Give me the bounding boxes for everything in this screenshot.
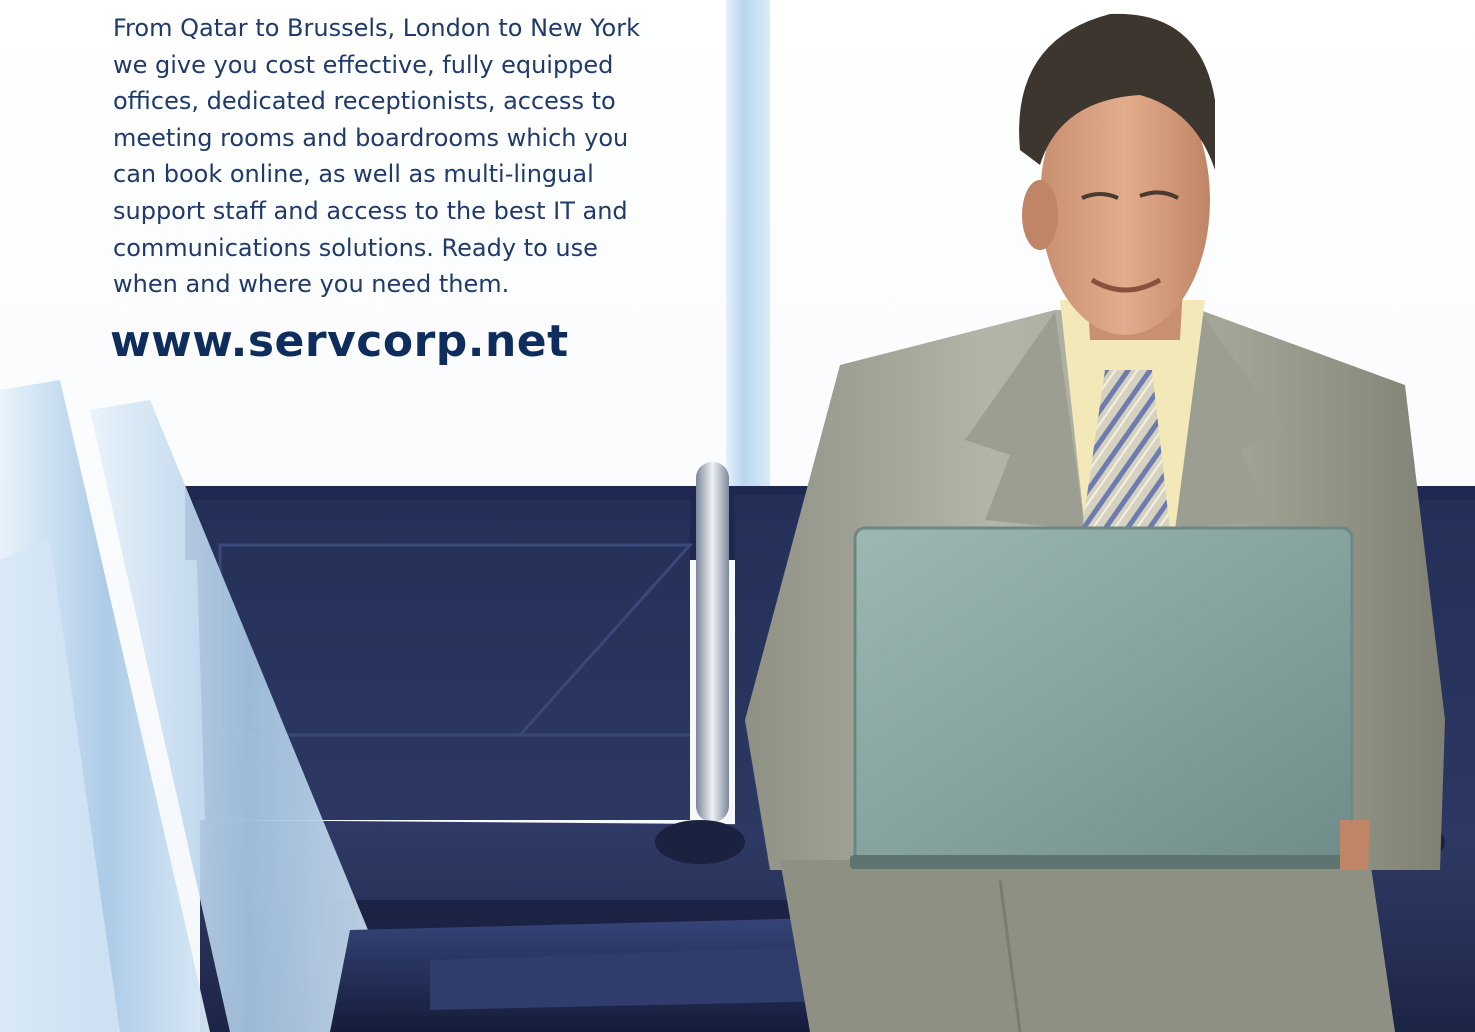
- website-url[interactable]: www.servcorp.net: [110, 316, 569, 367]
- ad-body-line: From Qatar to Brussels, London to New Yo…: [113, 14, 640, 42]
- ad-body-line: we give you cost effective, fully equipp…: [113, 50, 614, 79]
- ad-body-line: can book online, as well as multi-lingua…: [113, 160, 594, 189]
- ad-body-copy: From Qatar to Brussels, London to New Yo…: [113, 10, 713, 303]
- ad-body-line: when and where you need them.: [113, 270, 510, 299]
- ad-body-line: support staff and access to the best IT …: [113, 196, 628, 225]
- ad-body-line: meeting rooms and boardrooms which you: [113, 123, 629, 152]
- ad-body-line: offices, dedicated receptionists, access…: [113, 87, 616, 116]
- ad-body-line: communications solutions. Ready to use: [113, 233, 598, 262]
